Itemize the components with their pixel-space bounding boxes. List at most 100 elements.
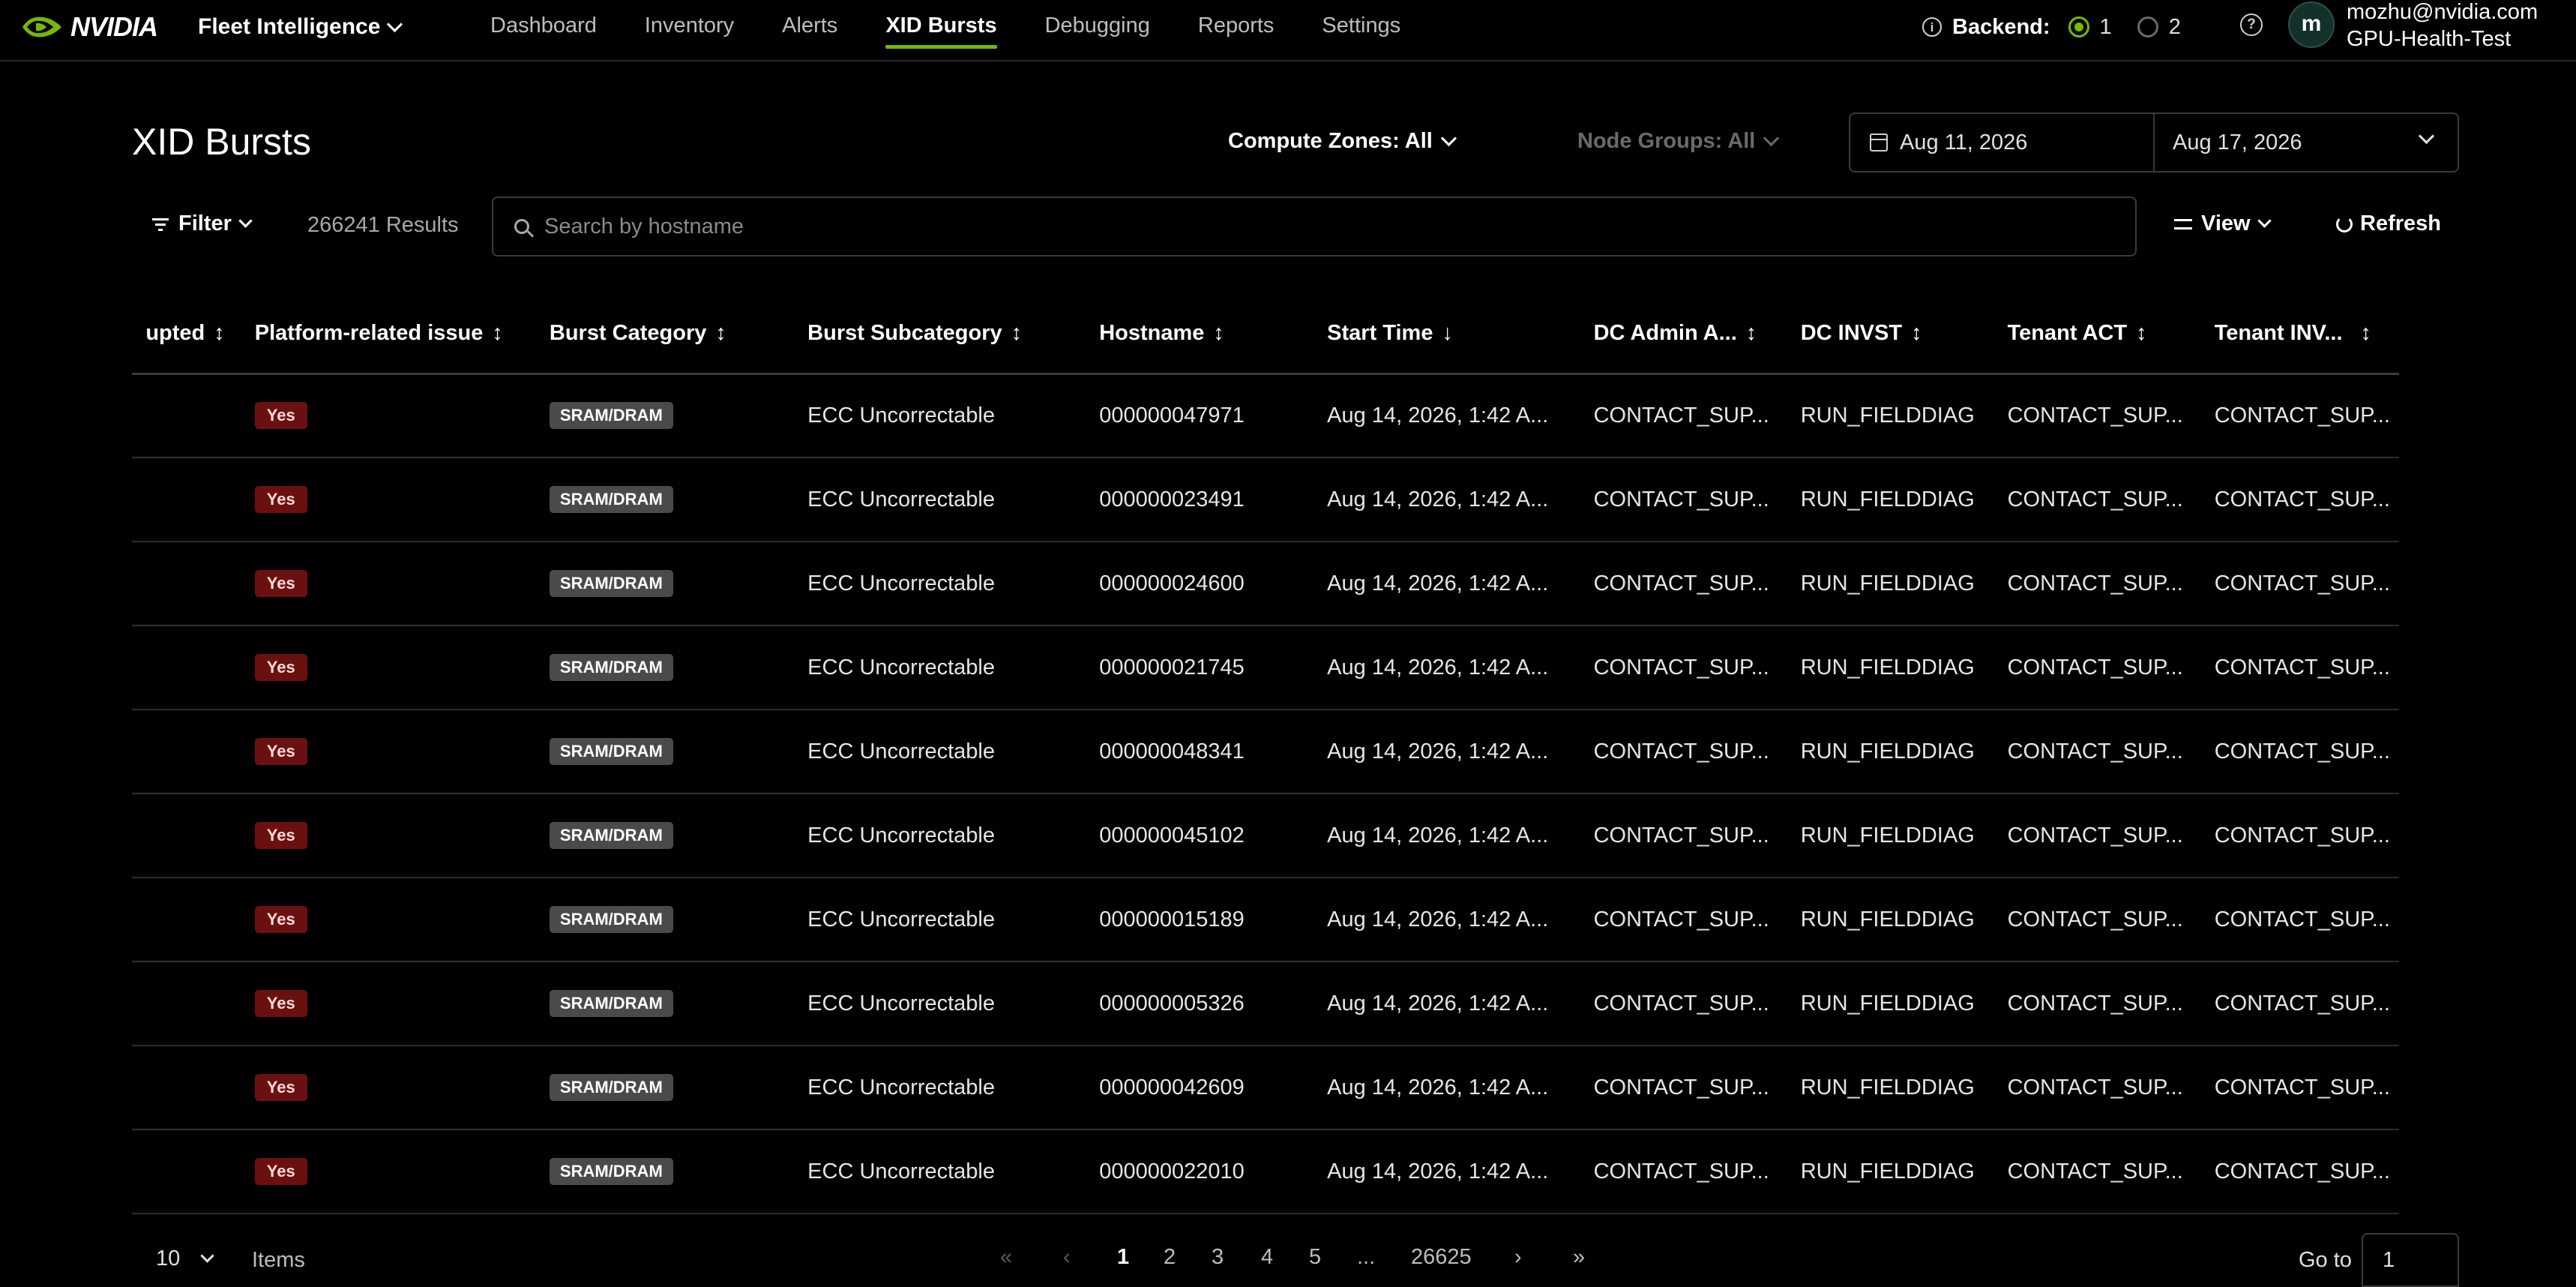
sort-icon[interactable]: ↕ — [1911, 321, 1922, 346]
date-range-end[interactable]: Aug 17, 2026 — [2153, 112, 2459, 172]
table-row[interactable]: Yes SRAM/DRAM ECC Uncorrectable 00000002201… — [132, 1130, 2399, 1214]
sort-desc-icon[interactable]: ↓ — [1442, 321, 1453, 346]
next-page-icon[interactable]: › — [1514, 1245, 1522, 1270]
table-row[interactable]: Yes SRAM/DRAM ECC Uncorrectable 00000004260… — [132, 1046, 2399, 1130]
column-header-burst-subcategory[interactable]: Burst Subcategory ↕ — [795, 294, 1088, 375]
sort-icon[interactable]: ↕ — [715, 321, 726, 346]
cell-start-time-text: Aug 14, 2026, 1:42 A... — [1327, 1075, 1549, 1100]
cell-platform-issue: Yes — [242, 962, 538, 1046]
page-last[interactable]: 26625 — [1411, 1245, 1472, 1270]
cell-start-time: Aug 14, 2026, 1:42 A... — [1315, 1046, 1582, 1130]
cell-hostname-text: 000000023491 — [1099, 487, 1245, 512]
cell-burst-subcategory: ECC Uncorrectable — [795, 1046, 1088, 1130]
status-badge: Yes — [254, 402, 307, 430]
cell-dc-invst: RUN_FIELDDIAG — [1788, 1046, 1996, 1130]
cell-tenant-inv-text: CONTACT_SUP... — [2214, 1075, 2390, 1100]
page-ellipsis[interactable]: ... — [1357, 1245, 1375, 1270]
page-3[interactable]: 3 — [1212, 1245, 1224, 1270]
table-header-row: upted ↕ Platform-related issue ↕ Burst Cat… — [132, 294, 2399, 375]
chevron-down-icon — [1440, 130, 1457, 147]
page-size-select[interactable]: 10 — [156, 1246, 214, 1271]
cell-tenant-inv: CONTACT_SUP... — [2202, 374, 2399, 458]
view-button[interactable]: View — [2174, 212, 2272, 236]
avatar[interactable]: m — [2288, 2, 2335, 48]
refresh-button[interactable]: Refresh — [2336, 212, 2441, 236]
tab-reports[interactable]: Reports — [1174, 0, 1298, 62]
column-header-dc-invst[interactable]: DC INVST ↕ — [1788, 294, 1996, 375]
table-row[interactable]: Yes SRAM/DRAM ECC Uncorrectable 00000004797… — [132, 374, 2399, 458]
page-2[interactable]: 2 — [1164, 1245, 1176, 1270]
cell-burst-subcategory-text: ECC Uncorrectable — [807, 403, 995, 428]
nav-tabs: Dashboard Inventory Alerts XID Bursts De… — [466, 0, 1424, 62]
cell-hostname-text: 000000045102 — [1099, 823, 1245, 848]
cell-dc-invst-text: RUN_FIELDDIAG — [1800, 403, 1975, 428]
page-5[interactable]: 5 — [1309, 1245, 1321, 1270]
column-header-tenant-inv[interactable]: Tenant INV... ↕ — [2202, 294, 2399, 375]
sort-icon[interactable]: ↕ — [492, 321, 503, 346]
sort-icon[interactable]: ↕ — [214, 321, 225, 346]
cell-truncated — [132, 710, 243, 794]
cell-start-time: Aug 14, 2026, 1:42 A... — [1315, 878, 1582, 962]
table-row[interactable]: Yes SRAM/DRAM ECC Uncorrectable 00000001518… — [132, 878, 2399, 962]
node-groups-dropdown[interactable]: Node Groups: All — [1577, 129, 1780, 154]
cell-dc-admin-text: CONTACT_SUP... — [1593, 655, 1769, 680]
table-row[interactable]: Yes SRAM/DRAM ECC Uncorrectable 00000002174… — [132, 626, 2399, 710]
sort-icon[interactable]: ↕ — [2136, 321, 2147, 346]
sort-icon[interactable]: ↕ — [2361, 321, 2372, 346]
column-header-dc-admin[interactable]: DC Admin A... ↕ — [1581, 294, 1789, 375]
table-row[interactable]: Yes SRAM/DRAM ECC Uncorrectable 00000002460… — [132, 542, 2399, 626]
goto-page-input[interactable] — [2362, 1233, 2459, 1287]
cell-dc-invst: RUN_FIELDDIAG — [1788, 542, 1996, 626]
cell-dc-invst-text: RUN_FIELDDIAG — [1800, 739, 1975, 764]
filter-button[interactable]: Filter — [151, 212, 253, 236]
backend-radio-2[interactable] — [2137, 16, 2158, 38]
tab-xid-bursts[interactable]: XID Bursts — [861, 0, 1020, 62]
column-header-burst-category[interactable]: Burst Category ↕ — [537, 294, 796, 375]
tab-debugging[interactable]: Debugging — [1021, 0, 1174, 62]
table-row[interactable]: Yes SRAM/DRAM ECC Uncorrectable 00000004510… — [132, 794, 2399, 878]
cell-start-time-text: Aug 14, 2026, 1:42 A... — [1327, 655, 1549, 680]
backend-option-2-label: 2 — [2168, 14, 2181, 39]
sort-icon[interactable]: ↕ — [1213, 321, 1224, 346]
cell-tenant-act-text: CONTACT_SUP... — [2007, 1075, 2183, 1100]
column-header[interactable]: upted ↕ — [132, 294, 243, 375]
backend-radio-1[interactable] — [2068, 16, 2089, 38]
column-header-hostname[interactable]: Hostname ↕ — [1087, 294, 1316, 375]
cell-platform-issue: Yes — [242, 626, 538, 710]
search-box[interactable] — [492, 196, 2137, 256]
prev-page-icon[interactable]: ‹ — [1063, 1245, 1071, 1270]
cell-truncated — [132, 878, 243, 962]
cell-start-time-text: Aug 14, 2026, 1:42 A... — [1327, 1159, 1549, 1184]
tab-inventory[interactable]: Inventory — [621, 0, 758, 62]
tab-settings[interactable]: Settings — [1298, 0, 1424, 62]
info-icon[interactable]: i — [1922, 17, 1942, 37]
table-row[interactable]: Yes SRAM/DRAM ECC Uncorrectable 00000002349… — [132, 458, 2399, 542]
help-icon[interactable]: ? — [2240, 14, 2263, 36]
cell-burst-category: SRAM/DRAM — [537, 1046, 796, 1130]
tab-dashboard[interactable]: Dashboard — [466, 0, 621, 62]
sort-icon[interactable]: ↕ — [1746, 321, 1757, 346]
column-header-platform-issue[interactable]: Platform-related issue ↕ — [242, 294, 538, 375]
column-header-tenant-act[interactable]: Tenant ACT ↕ — [1995, 294, 2203, 375]
column-header-start-time[interactable]: Start Time ↓ — [1315, 294, 1582, 375]
page-1[interactable]: 1 — [1117, 1245, 1129, 1270]
cell-tenant-act: CONTACT_SUP... — [1995, 626, 2203, 710]
backend-option-1-label: 1 — [2099, 14, 2112, 39]
first-page-icon[interactable]: « — [1000, 1245, 1012, 1270]
status-badge: Yes — [254, 738, 307, 765]
date-range-start[interactable]: Aug 11, 2026 — [1849, 112, 2155, 172]
table-row[interactable]: Yes SRAM/DRAM ECC Uncorrectable 00000000532… — [132, 962, 2399, 1046]
sort-icon[interactable]: ↕ — [1011, 321, 1023, 346]
table-row[interactable]: Yes SRAM/DRAM ECC Uncorrectable 00000004834… — [132, 710, 2399, 794]
compute-zones-dropdown[interactable]: Compute Zones: All — [1228, 129, 1457, 154]
search-input[interactable] — [543, 213, 2045, 240]
app-switcher[interactable]: Fleet Intelligence — [198, 10, 403, 44]
tab-alerts[interactable]: Alerts — [758, 0, 861, 62]
cell-platform-issue: Yes — [242, 878, 538, 962]
status-badge: Yes — [254, 570, 307, 597]
cell-tenant-inv: CONTACT_SUP... — [2202, 1046, 2399, 1130]
page-4[interactable]: 4 — [1261, 1245, 1273, 1270]
last-page-icon[interactable]: » — [1573, 1245, 1585, 1270]
nvidia-logo[interactable]: NVIDIA — [21, 10, 158, 44]
cell-dc-admin-text: CONTACT_SUP... — [1593, 907, 1769, 932]
